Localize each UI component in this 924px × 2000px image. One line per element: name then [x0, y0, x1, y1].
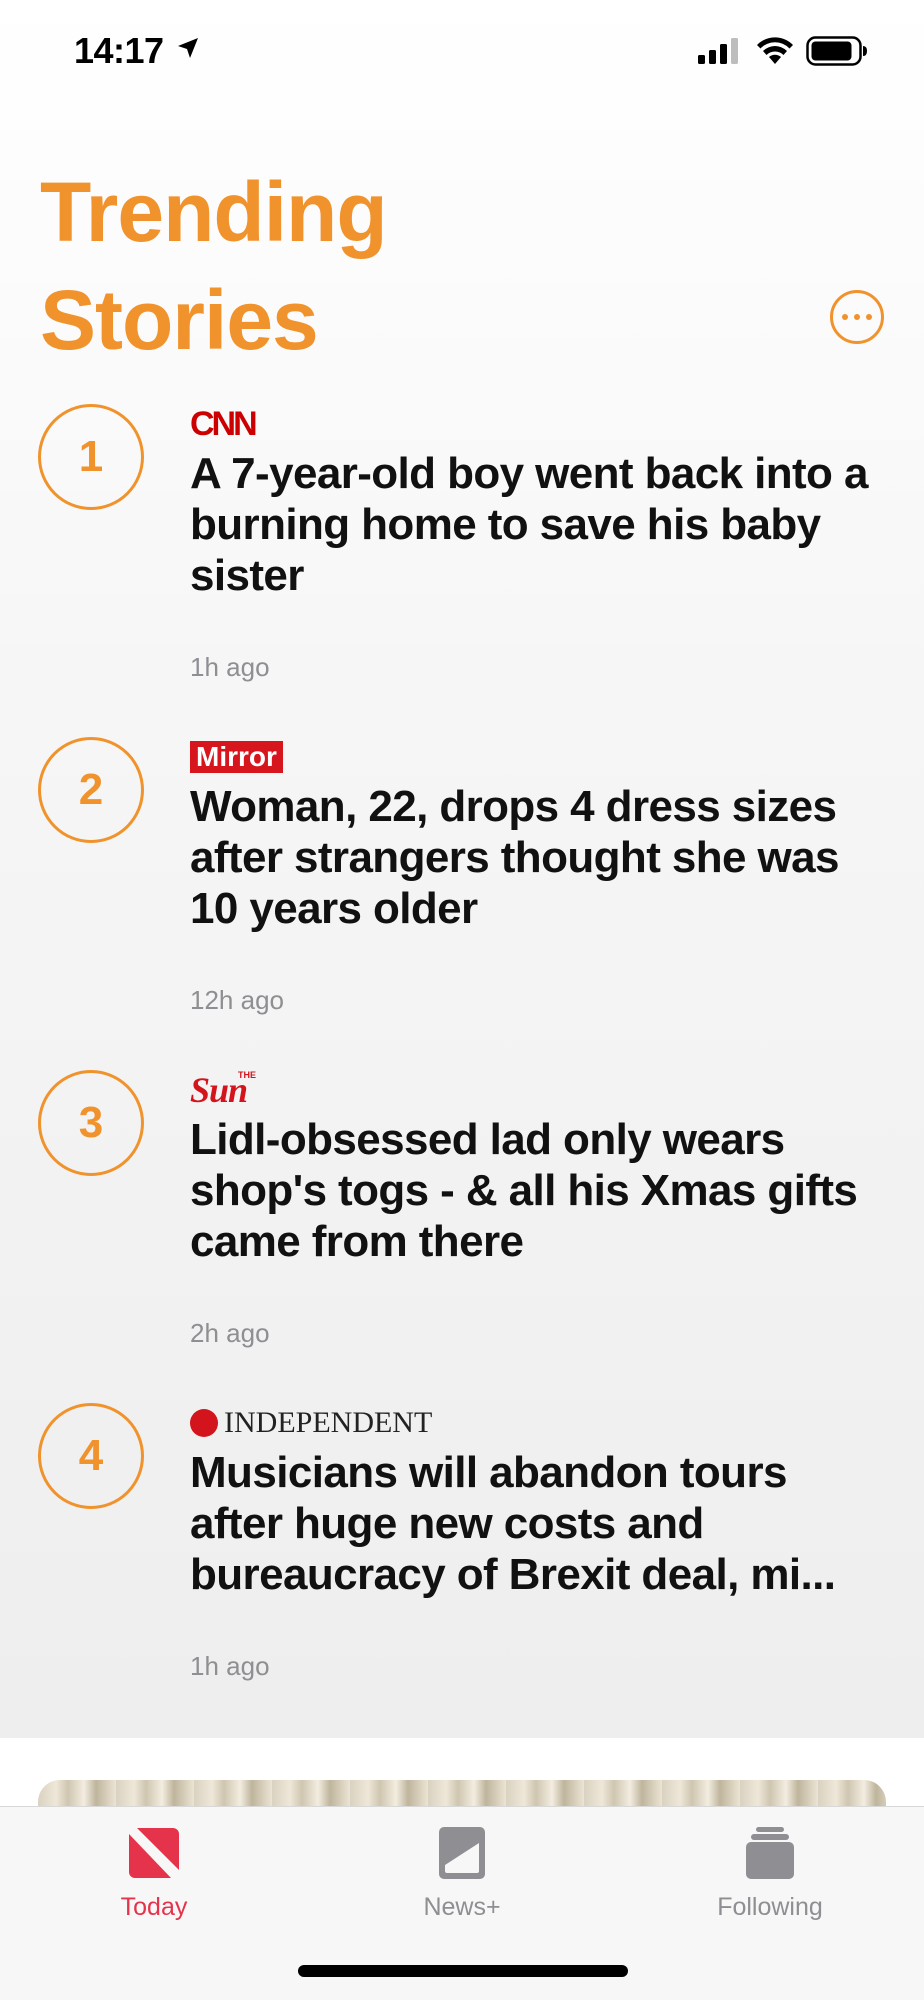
- publisher-name: CNN: [190, 404, 258, 443]
- tab-label: Following: [717, 1893, 823, 1921]
- page-title: Trending Stories: [40, 158, 388, 374]
- tab-news-plus[interactable]: News+: [362, 1825, 562, 1922]
- tab-today[interactable]: Today: [54, 1825, 254, 1922]
- more-options-button[interactable]: [830, 290, 884, 344]
- publisher-logo-independent: INDEPENDENT: [190, 1403, 890, 1443]
- independent-eagle-icon: [190, 1409, 218, 1437]
- battery-icon: [806, 36, 867, 66]
- story-headline[interactable]: Lidl-obsessed lad only wears shop's togs…: [190, 1114, 890, 1267]
- rank-badge: 4: [38, 1403, 144, 1509]
- story-headline[interactable]: A 7-year-old boy went back into a burnin…: [190, 448, 890, 601]
- following-stack-icon: [746, 1827, 794, 1879]
- tab-label: News+: [423, 1893, 501, 1921]
- story-item-4[interactable]: 4 INDEPENDENT Musicians will abandon tou…: [0, 1403, 924, 1703]
- news-logo-icon: [129, 1828, 179, 1878]
- publisher-name: INDEPENDENT: [224, 1406, 433, 1439]
- story-timestamp: 1h ago: [190, 1651, 270, 1681]
- publisher-logo-mirror: Mirror: [190, 737, 890, 777]
- story-item-3[interactable]: 3 THE Sun Lidl-obsessed lad only wears s…: [0, 1070, 924, 1370]
- news-plus-icon: [439, 1827, 485, 1879]
- ellipsis-circle-icon: [842, 314, 872, 320]
- story-timestamp: 12h ago: [190, 985, 284, 1015]
- publisher-name: Mirror: [190, 741, 283, 773]
- location-arrow-icon: [178, 38, 198, 58]
- story-headline[interactable]: Musicians will abandon tours after huge …: [190, 1447, 890, 1600]
- publisher-logo-sun: THE Sun: [190, 1070, 890, 1110]
- home-indicator[interactable]: [298, 1965, 628, 1977]
- story-timestamp: 2h ago: [190, 1318, 270, 1348]
- rank-badge: 2: [38, 737, 144, 843]
- tab-label: Today: [120, 1893, 188, 1921]
- publisher-logo-cnn: CNN: [190, 404, 890, 444]
- story-item-1[interactable]: 1 CNN A 7-year-old boy went back into a …: [0, 404, 924, 704]
- rank-badge: 1: [38, 404, 144, 510]
- page-title-line-1: Trending: [40, 165, 388, 259]
- story-timestamp: 1h ago: [190, 652, 270, 682]
- story-headline[interactable]: Woman, 22, drops 4 dress sizes after str…: [190, 781, 890, 934]
- page-title-line-2: Stories: [40, 273, 319, 367]
- story-item-2[interactable]: 2 Mirror Woman, 22, drops 4 dress sizes …: [0, 737, 924, 1037]
- status-time: 14:17: [74, 30, 164, 71]
- wifi-icon: [757, 37, 793, 64]
- tab-following[interactable]: Following: [670, 1825, 870, 1922]
- cellular-signal-icon: [698, 38, 738, 64]
- publisher-name-small: THE: [238, 1070, 256, 1080]
- rank-badge: 3: [38, 1070, 144, 1176]
- status-bar: 14:17: [0, 0, 924, 100]
